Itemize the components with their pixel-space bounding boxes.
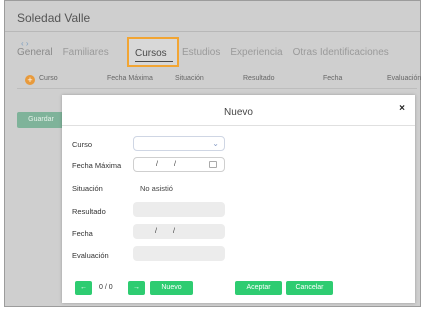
- grid-divider: [17, 88, 417, 89]
- dialog-divider: [62, 125, 415, 126]
- column-header-fecha: Fecha: [323, 75, 343, 82]
- close-icon[interactable]: ×: [399, 103, 405, 114]
- tab-experiencia[interactable]: Experiencia: [230, 47, 282, 58]
- page-title: Soledad Valle: [17, 11, 91, 25]
- curso-select[interactable]: ⌄: [133, 136, 225, 151]
- cancel-button[interactable]: Cancelar: [286, 281, 333, 295]
- evaluacion-field: [133, 246, 225, 261]
- previous-button[interactable]: ←: [75, 281, 92, 295]
- fecha-maxima-input[interactable]: / /: [133, 157, 225, 172]
- date-separator: /: [174, 161, 176, 168]
- fecha-maxima-label: Fecha Máxima: [72, 161, 122, 170]
- tab-underline: [135, 61, 173, 62]
- situacion-value: No asistió: [140, 184, 173, 193]
- date-separator: /: [155, 228, 157, 235]
- tab-otras-identificaciones[interactable]: Otras Identificaciones: [293, 47, 389, 58]
- accept-button[interactable]: Aceptar: [235, 281, 282, 295]
- save-button[interactable]: Guardar: [17, 112, 65, 128]
- date-separator: /: [173, 228, 175, 235]
- pager-counter: 0 / 0: [99, 284, 113, 291]
- column-header-fecha-maxima: Fecha Máxima: [107, 75, 153, 82]
- tab-cursos[interactable]: Cursos: [127, 37, 179, 67]
- tab-cursos-label: Cursos: [135, 48, 167, 59]
- tab-estudios[interactable]: Estudios: [182, 47, 220, 58]
- tab-bar-rest: Estudios Experiencia Otras Identificacio…: [182, 47, 399, 58]
- resultado-label: Resultado: [72, 207, 106, 216]
- column-header-situacion: Situación: [175, 75, 204, 82]
- fecha-label: Fecha: [72, 229, 93, 238]
- tab-familiares[interactable]: Familiares: [63, 47, 109, 58]
- fecha-field: / /: [133, 224, 225, 239]
- new-course-dialog: Nuevo × Curso ⌄ Fecha Máxima / / Situaci…: [62, 95, 415, 303]
- calendar-icon[interactable]: [209, 161, 217, 168]
- column-header-resultado: Resultado: [243, 75, 275, 82]
- resultado-field: [133, 202, 225, 217]
- column-header-evaluacion: Evaluación: [387, 75, 422, 82]
- new-button[interactable]: Nuevo: [150, 281, 193, 295]
- tab-general[interactable]: General: [17, 47, 53, 58]
- situacion-label: Situación: [72, 184, 103, 193]
- curso-label: Curso: [72, 140, 93, 149]
- column-header-curso: Curso: [39, 75, 58, 82]
- evaluacion-label: Evaluación: [72, 251, 109, 260]
- next-button[interactable]: →: [128, 281, 145, 295]
- title-divider: [5, 31, 420, 32]
- plus-icon[interactable]: +: [25, 75, 35, 85]
- tab-bar: General Familiares: [17, 47, 119, 58]
- dialog-title: Nuevo: [224, 107, 253, 118]
- date-separator: /: [156, 161, 158, 168]
- chevron-down-icon: ⌄: [212, 139, 219, 148]
